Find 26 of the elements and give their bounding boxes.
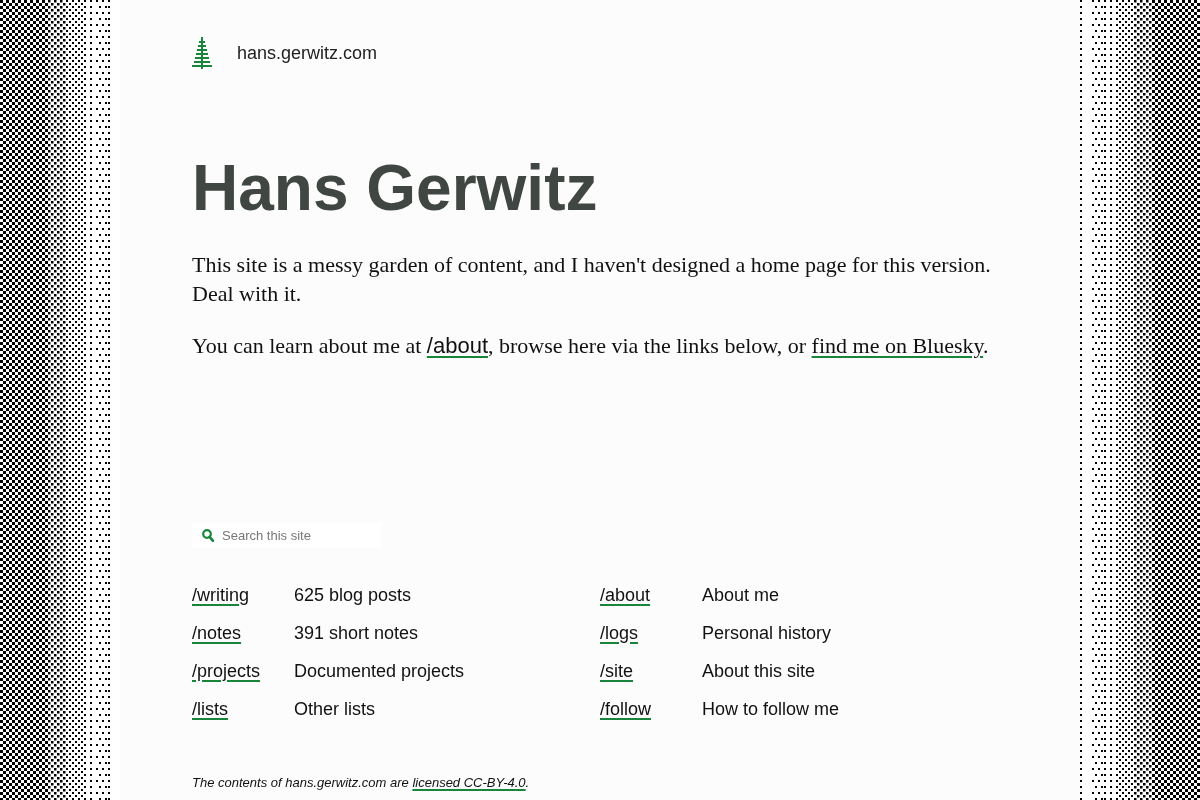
site-name-link[interactable]: hans.gerwitz.com bbox=[237, 42, 378, 64]
nav-description: How to follow me bbox=[702, 698, 840, 720]
nav-description: Documented projects bbox=[294, 660, 465, 682]
nav-description: Personal history bbox=[702, 622, 832, 644]
text-link[interactable]: /about bbox=[426, 333, 488, 358]
page-title: Hans Gerwitz bbox=[192, 151, 599, 226]
nav-link[interactable]: /projects bbox=[192, 660, 261, 682]
nav-description: 391 short notes bbox=[294, 622, 419, 644]
nav-link[interactable]: /site bbox=[600, 660, 633, 682]
license-link[interactable]: licensed CC-BY-4.0 bbox=[412, 775, 526, 790]
nav-link[interactable]: /about bbox=[600, 584, 651, 606]
nav-link[interactable]: /lists bbox=[192, 698, 228, 720]
nav-link[interactable]: /notes bbox=[192, 622, 242, 644]
nav-description: 625 blog posts bbox=[294, 584, 412, 606]
nav-link[interactable]: /writing bbox=[192, 584, 249, 606]
license-note: The contents of hans.gerwitz.com are licensed CC-BY-4.0. bbox=[192, 774, 531, 792]
pine-tree-icon[interactable] bbox=[192, 37, 212, 69]
intro-paragraph: This site is a messy garden of content, and I haven't designed a home page for this version. Deal with it. bbox=[192, 251, 992, 308]
nav-description: Other lists bbox=[294, 698, 376, 720]
nav-description: About this site bbox=[702, 660, 816, 682]
nav-description: About me bbox=[702, 584, 780, 606]
nav-link[interactable]: /follow bbox=[600, 698, 652, 720]
search-icon bbox=[202, 529, 214, 542]
text-link[interactable]: find me on Bluesky bbox=[811, 333, 984, 358]
nav-link[interactable]: /logs bbox=[600, 622, 639, 644]
intro-paragraph: You can learn about me at /about, browse here via the links below, or find me on Bluesky. bbox=[192, 332, 990, 360]
